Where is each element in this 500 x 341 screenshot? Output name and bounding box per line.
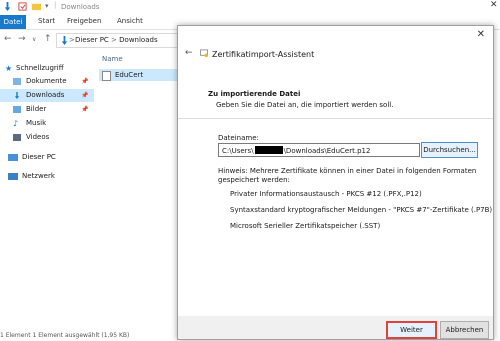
window-close-icon[interactable]: ✕ [490,0,498,10]
nav-quick-access[interactable]: ★ Schnellzugriff [0,62,94,75]
pin-icon: 📌 [81,78,89,85]
window-title: Downloads [61,3,100,11]
divider [178,118,493,119]
breadcrumb: Dieser PC > Downloads [75,36,158,44]
column-header-name[interactable]: Name [102,55,123,63]
tab-datei[interactable]: Datei [0,15,26,29]
up-arrow-icon[interactable]: ↑ [44,34,52,44]
title-separator: | [54,1,57,9]
file-row[interactable]: EduCert [99,69,181,81]
breadcrumb-this-pc[interactable]: Dieser PC [75,36,109,44]
computer-icon [8,154,18,161]
tab-freigeben[interactable]: Freigeben [67,17,101,25]
nav-item-videos[interactable]: Videos [0,131,94,144]
documents-icon [13,78,21,85]
section-description: Geben Sie die Datei an, die importiert w… [216,101,394,109]
nav-item-label: Videos [26,133,50,141]
network-icon [8,173,18,180]
redaction-block [254,146,283,154]
format-item: Microsoft Serieller Zertifikatspeicher (… [230,222,381,230]
explorer-titlebar: ▾ | Downloads [0,0,500,15]
breadcrumb-downloads[interactable]: Downloads [119,36,157,44]
certificate-icon [200,49,209,58]
dialog-footer: Weiter Abbrechen [178,316,493,339]
navigation-pane: ★ Schnellzugriff Dokumente 📌 Downloads 📌… [0,52,94,341]
down-arrow-icon [4,2,11,11]
browse-button[interactable]: Durchsuchen... [421,142,478,158]
nav-this-pc-label: Dieser PC [22,153,56,161]
nav-item-label: Downloads [26,91,65,99]
close-icon[interactable]: ✕ [477,29,485,40]
section-title: Zu importierende Datei [208,90,301,98]
filename-label: Dateiname: [218,134,259,142]
nav-quick-access-label: Schnellzugriff [16,64,64,72]
next-button[interactable]: Weiter [386,321,437,339]
nav-item-downloads[interactable]: Downloads 📌 [0,89,94,102]
nav-item-bilder[interactable]: Bilder 📌 [0,103,94,116]
back-arrow-icon[interactable]: ← [4,34,12,44]
nav-item-dokumente[interactable]: Dokumente 📌 [0,75,94,88]
tab-start[interactable]: Start [38,17,55,25]
nav-this-pc[interactable]: Dieser PC [0,151,94,164]
nav-item-label: Dokumente [26,77,67,85]
nav-item-label: Musik [26,119,47,127]
nav-item-musik[interactable]: ♪ Musik [0,117,94,130]
filename-suffix: \Downloads\EduCert.p12 [283,147,371,155]
cancel-button[interactable]: Abbrechen [440,321,489,339]
hint-text: Hinweis: Mehrere Zertifikate können in e… [218,167,477,184]
nav-network[interactable]: Netzwerk [0,170,94,183]
certificate-file-icon [102,71,111,81]
videos-icon [13,134,21,141]
breadcrumb-separator: > [69,36,75,44]
tab-ansicht[interactable]: Ansicht [117,17,143,25]
filename-value: C:\Users\ \Downloads\EduCert.p12 [222,146,370,155]
pin-icon: 📌 [81,92,89,99]
file-name: EduCert [115,71,144,79]
format-item: Syntaxstandard kryptografischer Meldunge… [230,206,493,214]
forward-arrow-icon[interactable]: → [18,34,26,44]
recent-dropdown-icon[interactable]: ∨ [32,36,36,43]
certificate-import-wizard: ✕ ← Zertifikatimport-Assistent Zu import… [177,25,494,340]
dialog-title: Zertifikatimport-Assistent [212,50,315,59]
properties-icon[interactable] [18,2,27,11]
status-bar: 1 Element 1 Element ausgewählt (1,95 KB) [0,332,130,339]
nav-item-label: Bilder [26,105,47,113]
filename-field[interactable]: C:\Users\ \Downloads\EduCert.p12 [218,143,420,157]
breadcrumb-separator: > [111,36,117,44]
pictures-icon [13,106,21,113]
file-list: Name EduCert [95,52,185,341]
music-icon: ♪ [13,119,19,128]
pin-icon: 📌 [81,106,89,113]
filename-prefix: C:\Users\ [222,147,254,155]
star-icon: ★ [5,64,13,73]
downloads-icon [14,92,20,99]
format-item: Privater Informationsaustausch - PKCS #1… [230,190,422,198]
downloads-icon [61,36,68,45]
new-folder-icon[interactable] [32,2,41,11]
back-arrow-icon[interactable]: ← [185,48,193,58]
nav-network-label: Netzwerk [22,172,55,180]
qat-dropdown-icon[interactable]: ▾ [45,2,49,10]
